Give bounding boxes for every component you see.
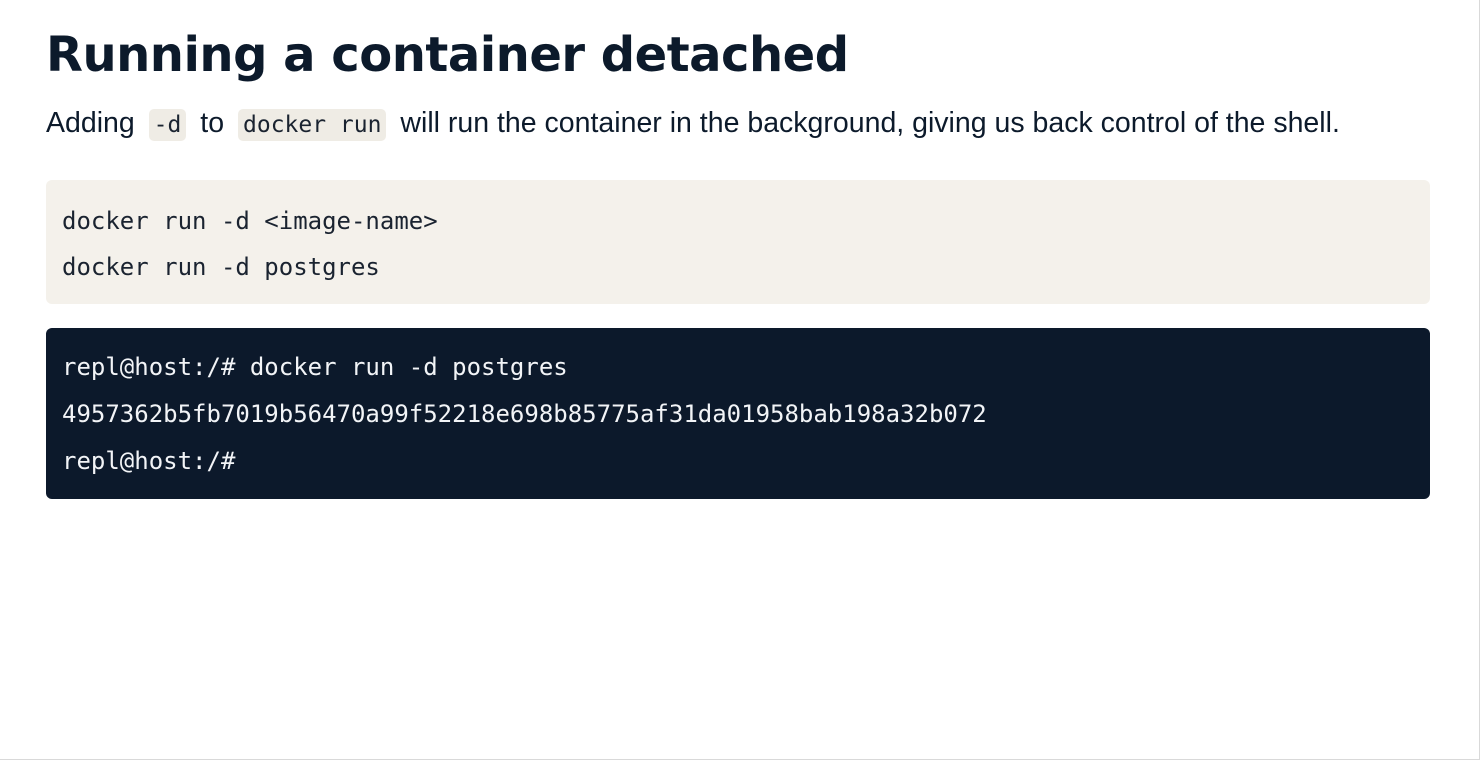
inline-code-command: docker run (238, 109, 387, 141)
intro-text-middle: to (200, 107, 225, 139)
intro-text-before: Adding (46, 107, 135, 139)
code-block[interactable]: docker run -d <image-name> docker run -d… (46, 180, 1430, 304)
page: Running a container detached Adding -d t… (0, 0, 1480, 760)
terminal-line: 4957362b5fb7019b56470a99f52218e698b85775… (62, 400, 987, 428)
inline-code-flag: -d (148, 109, 187, 141)
intro-text-after: will run the container in the background… (400, 107, 1340, 139)
code-line: docker run -d postgres (62, 253, 380, 281)
terminal-output[interactable]: repl@host:/# docker run -d postgres 4957… (46, 328, 1430, 499)
code-line: docker run -d <image-name> (62, 207, 438, 235)
terminal-line: repl@host:/# (62, 447, 236, 475)
terminal-line: repl@host:/# docker run -d postgres (62, 353, 568, 381)
lesson-content: Running a container detached Adding -d t… (46, 24, 1430, 499)
section-title: Running a container detached (46, 27, 849, 83)
intro-paragraph: Adding -d to docker run will run the con… (46, 100, 1430, 148)
